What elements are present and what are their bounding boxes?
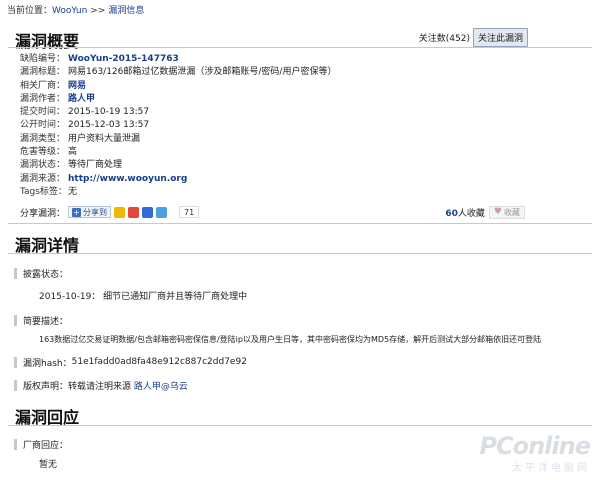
weibo-icon[interactable] <box>128 206 139 218</box>
field-row-submitted: 提交时间： 2015-10-19 13:57 <box>20 106 580 119</box>
field-row-id: 缺陷编号： WooYun-2015-147763 <box>20 53 580 66</box>
vuln-id-link[interactable]: WooYun-2015-147763 <box>68 53 179 66</box>
copyright-text: 转载请注明来源 <box>68 381 134 392</box>
field-label: 漏洞来源： <box>20 173 66 184</box>
field-label: 提交时间： <box>20 107 66 118</box>
share-count: 71 <box>179 206 200 218</box>
hash-value: 51e1fadd0ad8fa48e912c887c2dd7e92 <box>71 357 247 367</box>
favorite-suffix: 人收藏 <box>457 208 485 219</box>
field-row-status: 漏洞状态： 等待厂商处理 <box>20 159 580 172</box>
favorites: 60人收藏 ♥ 收藏 <box>445 205 525 219</box>
share-row: 分享漏洞： + 分享到 71 60人收藏 ♥ 收藏 <box>20 205 525 219</box>
paw-icon[interactable] <box>142 206 153 218</box>
source-link[interactable]: http://www.wooyun.org <box>68 173 187 186</box>
disclosure-text: 2015-10-19： 细节已通知厂商并且等待厂商处理中 <box>39 292 248 302</box>
pconline-watermark: PConline 太平洋电脑网 <box>479 432 591 474</box>
author-link[interactable]: 路人甲 <box>68 93 95 106</box>
field-label: 缺陷编号： <box>20 54 66 64</box>
plus-icon: + <box>72 207 81 217</box>
field-row-type: 漏洞类型： 用户资料大量泄漏 <box>20 133 580 146</box>
breadcrumb: 当前位置：WooYun >> 漏洞信息 <box>7 3 144 16</box>
breadcrumb-prefix: 当前位置： <box>7 6 53 16</box>
disclosure-block: 披露状态： 2015-10-19： 细节已通知厂商并且等待厂商处理中 <box>14 267 574 302</box>
share-label: 分享漏洞： <box>20 208 66 219</box>
field-label: 危害等级： <box>20 147 66 158</box>
response-divider <box>8 425 592 426</box>
share-to-button[interactable]: + 分享到 <box>68 206 111 218</box>
copyright-line: 版权声明： 转载请注明来源 路人甲@乌云 <box>14 379 188 392</box>
follow-box: 关注数(452) 关注此漏洞 <box>419 28 528 47</box>
field-row-severity: 危害等级： 高 <box>20 146 580 159</box>
details-divider <box>8 253 592 254</box>
vuln-type: 用户资料大量泄漏 <box>68 133 141 144</box>
field-label: 漏洞标题： <box>20 67 66 78</box>
breadcrumb-current-link[interactable]: 漏洞信息 <box>108 6 144 16</box>
field-row-tags: Tags标签： 无 <box>20 186 580 199</box>
hash-line: 漏洞hash： 51e1fadd0ad8fa48e912c887c2dd7e92 <box>14 356 247 369</box>
severity: 高 <box>68 147 78 158</box>
submit-time: 2015-10-19 13:57 <box>68 107 150 118</box>
breadcrumb-home-link[interactable]: WooYun <box>52 6 87 16</box>
copyright-author-link[interactable]: 路人甲@乌云 <box>134 379 188 392</box>
disclosure-label: 披露状态： <box>23 269 69 280</box>
field-label: 漏洞作者： <box>20 93 66 104</box>
follow-button[interactable]: 关注此漏洞 <box>472 28 528 47</box>
watermark-subtitle: 太平洋电脑网 <box>512 463 590 474</box>
summary-text: 163数据过亿交易证明数据/包含邮箱密码密保信息/登陆ip以及用户生日等，其中密… <box>39 335 542 344</box>
qzone-star-icon[interactable] <box>114 206 125 218</box>
section-marker <box>14 379 17 391</box>
vuln-status: 等待厂商处理 <box>68 160 123 171</box>
field-row-author: 漏洞作者： 路人甲 <box>20 93 580 106</box>
copyright-label: 版权声明： <box>23 381 69 392</box>
field-row-title: 漏洞标题： 网易163/126邮箱过亿数据泄漏（涉及邮箱账号/密码/用户密保等） <box>20 66 580 79</box>
vulnerability-metadata: 缺陷编号： WooYun-2015-147763 漏洞标题： 网易163/126… <box>20 53 580 199</box>
section-marker <box>14 356 17 368</box>
overview-bottom-divider <box>8 223 592 224</box>
field-row-source: 漏洞来源： http://www.wooyun.org <box>20 173 580 186</box>
follow-count: 关注数(452) <box>418 34 470 44</box>
favorite-button[interactable]: ♥ 收藏 <box>488 205 525 219</box>
tencent-weibo-icon[interactable] <box>156 206 167 218</box>
field-label: 漏洞状态： <box>20 160 66 171</box>
section-marker <box>14 314 17 326</box>
vuln-title: 网易163/126邮箱过亿数据泄漏（涉及邮箱账号/密码/用户密保等） <box>68 67 337 78</box>
field-row-published: 公开时间： 2015-12-03 13:57 <box>20 119 580 132</box>
watermark-logo: PConline <box>479 432 591 460</box>
breadcrumb-separator: >> <box>90 6 106 16</box>
share-to-label: 分享到 <box>83 207 107 217</box>
field-label: Tags标签： <box>20 186 67 197</box>
favorite-count: 60 <box>445 208 458 219</box>
summary-label: 简要描述： <box>23 316 69 327</box>
publish-time: 2015-12-03 13:57 <box>68 120 150 131</box>
section-marker <box>14 267 17 279</box>
vendor-link[interactable]: 网易 <box>68 80 86 93</box>
summary-block: 简要描述： 163数据过亿交易证明数据/包含邮箱密码密保信息/登陆ip以及用户生… <box>14 314 574 345</box>
field-row-vendor: 相关厂商： 网易 <box>20 80 580 93</box>
overview-divider <box>8 47 592 48</box>
field-label: 相关厂商： <box>20 80 66 91</box>
favorite-button-label: 收藏 <box>504 207 520 217</box>
vendor-response-label: 厂商回应： <box>23 440 69 451</box>
hash-label: 漏洞hash： <box>23 358 72 369</box>
overview-title: 漏洞概要 <box>15 32 80 51</box>
heart-icon: ♥ <box>493 207 502 217</box>
field-label: 公开时间： <box>20 120 66 131</box>
tags-value: 无 <box>68 186 78 197</box>
field-label: 漏洞类型： <box>20 133 66 144</box>
section-marker <box>14 438 17 450</box>
